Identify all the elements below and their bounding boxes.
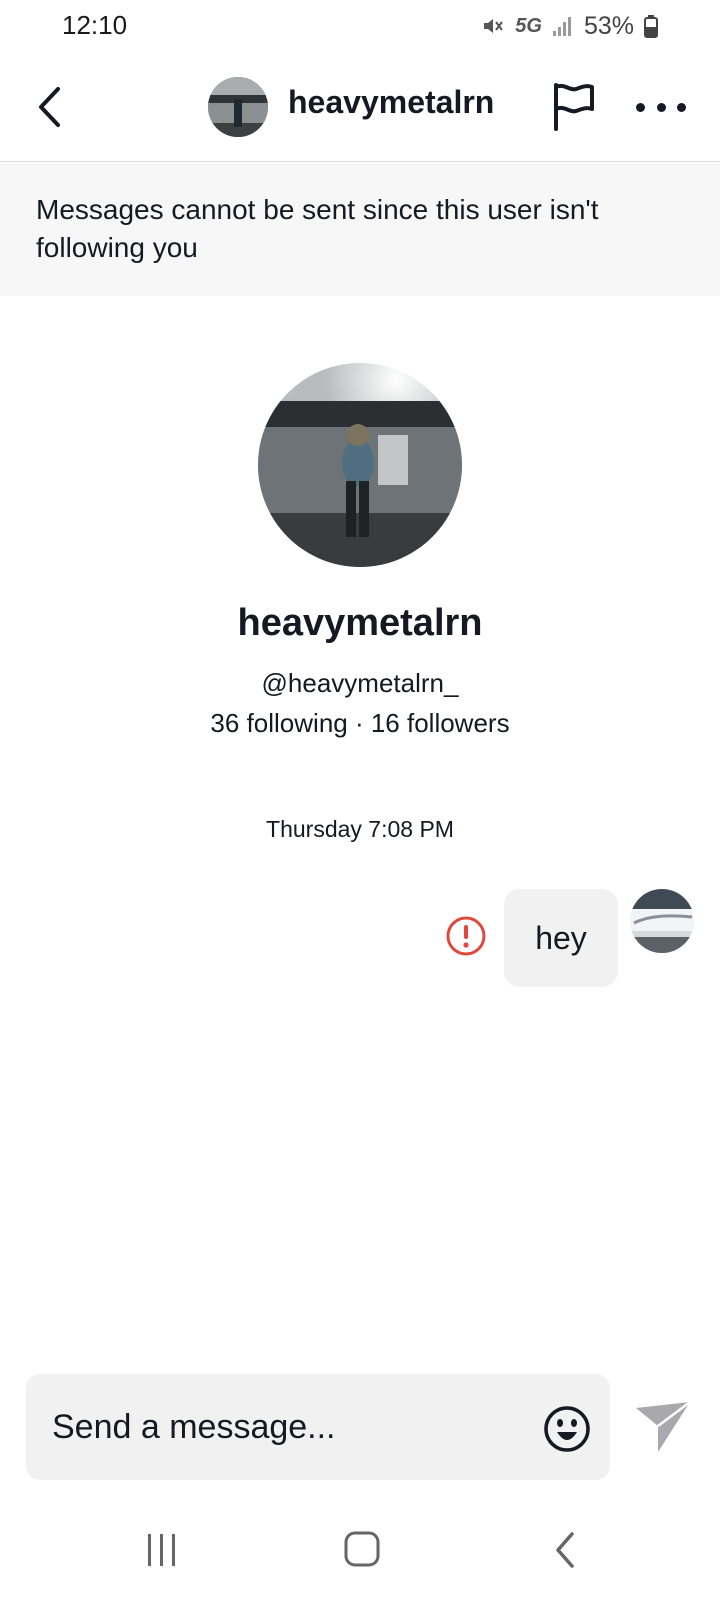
header-username[interactable]: heavymetalrn bbox=[288, 84, 494, 121]
nav-back-button[interactable] bbox=[550, 1530, 580, 1570]
message-error-icon[interactable] bbox=[445, 915, 487, 957]
emoji-button[interactable] bbox=[543, 1405, 591, 1453]
status-icons: 5G 53% bbox=[481, 10, 658, 42]
battery-icon bbox=[644, 14, 658, 38]
more-dots-icon bbox=[636, 102, 645, 112]
home-icon bbox=[344, 1531, 380, 1567]
profile-stats: 36 following · 16 followers bbox=[210, 708, 510, 738]
send-button[interactable] bbox=[634, 1400, 694, 1456]
status-bar: 12:10 5G 53% bbox=[0, 0, 720, 52]
profile-display-name: heavymetalrn bbox=[237, 602, 483, 644]
chat-header: heavymetalrn bbox=[0, 52, 720, 162]
back-button[interactable] bbox=[30, 80, 70, 134]
home-button[interactable] bbox=[343, 1530, 381, 1568]
recent-apps-button[interactable] bbox=[144, 1532, 180, 1568]
message-input[interactable] bbox=[52, 1402, 512, 1452]
report-button[interactable] bbox=[551, 82, 597, 132]
cannot-send-notice: Messages cannot be sent since this user … bbox=[0, 163, 720, 296]
status-time: 12:10 bbox=[62, 10, 128, 40]
mute-icon bbox=[481, 14, 505, 38]
flag-icon bbox=[554, 83, 594, 131]
profile-avatar[interactable] bbox=[258, 363, 462, 567]
emoji-icon bbox=[544, 1406, 590, 1452]
more-options-button[interactable] bbox=[636, 92, 686, 122]
message-composer bbox=[26, 1374, 610, 1480]
own-avatar[interactable] bbox=[630, 889, 694, 953]
recent-apps-icon bbox=[148, 1534, 175, 1566]
message-bubble[interactable]: hey bbox=[504, 889, 618, 987]
message-timestamp: Thursday 7:08 PM bbox=[266, 816, 454, 842]
back-arrow-icon bbox=[39, 87, 60, 127]
system-nav-bar bbox=[0, 1510, 720, 1600]
battery-percent: 53% bbox=[583, 11, 634, 40]
profile-handle: @heavymetalrn_ bbox=[261, 668, 459, 698]
back-icon bbox=[556, 1532, 574, 1568]
send-icon bbox=[636, 1401, 691, 1452]
signal-icon bbox=[552, 15, 574, 37]
network-type: 5G bbox=[515, 14, 542, 37]
header-avatar[interactable] bbox=[208, 77, 268, 137]
